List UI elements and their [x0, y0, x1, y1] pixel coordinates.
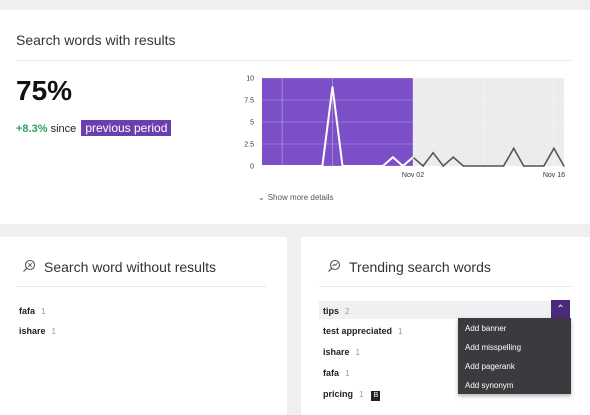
word-count: 1: [359, 390, 364, 399]
word-label: pricing: [323, 389, 354, 399]
chevron-down-icon: ⌄: [258, 193, 265, 202]
divider: [16, 286, 266, 287]
word-actions-menu: Add banner Add misspelling Add pagerank …: [458, 318, 571, 394]
chart-data-point: [442, 165, 444, 167]
selected-row-highlight: [319, 301, 570, 319]
delta-row: +8.3% since previous period: [16, 120, 172, 136]
divider: [16, 60, 571, 61]
chart-data-point: [301, 165, 304, 167]
show-more-label: Show more details: [267, 193, 334, 202]
chart-data-point: [392, 156, 394, 158]
chevron-up-icon[interactable]: ⌃: [551, 300, 570, 319]
chart-data-point: [462, 165, 465, 167]
word-label: test appreciated: [323, 326, 393, 336]
word-count: 2: [345, 307, 350, 316]
chart-data-point: [533, 165, 535, 167]
chart-data-point: [512, 147, 515, 150]
chart-data-point: [502, 165, 505, 167]
pricing-badge: B: [371, 391, 381, 401]
chart-data-point: [371, 165, 374, 167]
list-item[interactable]: fafa 1: [323, 368, 349, 378]
menu-item-add-synonym[interactable]: Add synonym: [465, 381, 513, 390]
chart-data-point: [482, 165, 485, 167]
chart-data-point: [271, 165, 273, 167]
list-item[interactable]: ishare 1: [323, 347, 360, 357]
chart-data-point: [311, 165, 314, 167]
divider: [319, 286, 571, 287]
menu-item-add-banner[interactable]: Add banner: [465, 324, 506, 333]
chart-data-point: [361, 165, 364, 167]
show-more-details-link[interactable]: ⌄ Show more details: [258, 193, 334, 202]
list-item[interactable]: tips 2: [323, 306, 349, 316]
chart-data-point: [563, 165, 565, 167]
card-title-trending: Trending search words: [349, 259, 491, 275]
search-trend-icon: [328, 259, 341, 272]
y-tick-label: 0: [250, 164, 254, 171]
chart-data-point: [341, 165, 344, 167]
chart-data-point: [452, 156, 455, 158]
word-label: fafa: [19, 306, 36, 316]
delta-since: since: [50, 123, 77, 135]
card-title-without-results: Search word without results: [44, 259, 216, 275]
menu-item-add-pagerank[interactable]: Add pagerank: [465, 362, 515, 371]
word-count: 1: [355, 348, 360, 357]
chart-data-point: [281, 165, 283, 167]
list-item[interactable]: test appreciated 1: [323, 326, 402, 336]
chart-data-point: [472, 165, 475, 167]
chart-data-point: [432, 152, 434, 154]
word-count: 1: [398, 327, 403, 336]
chart-data-point: [351, 165, 354, 167]
chart-data-point: [261, 165, 263, 167]
y-tick-label: 10: [246, 76, 254, 83]
x-tick-label: Nov 02: [402, 172, 424, 179]
menu-item-add-misspelling[interactable]: Add misspelling: [465, 343, 521, 352]
y-tick-label: 5: [250, 120, 254, 127]
word-label: tips: [323, 306, 340, 316]
word-label: ishare: [323, 347, 350, 357]
results-chart: 10 7.5 5 2.5 0 Nov 02 Nov 16: [244, 76, 565, 180]
list-item[interactable]: ishare 1: [19, 326, 56, 336]
chart-data-point: [291, 165, 293, 167]
list-item[interactable]: fafa 1: [19, 306, 45, 316]
list-item[interactable]: pricing 1 B: [323, 389, 381, 401]
chart-data-point: [382, 165, 384, 167]
delta-value: +8.3%: [16, 123, 48, 135]
chart-data-point: [321, 165, 324, 167]
y-tick-label: 2.5: [244, 142, 254, 149]
chart-data-point: [402, 165, 404, 167]
chart-data-point: [543, 165, 545, 167]
word-label: ishare: [19, 326, 46, 336]
chart-data-point: [331, 86, 334, 88]
word-count: 1: [345, 369, 350, 378]
y-tick-label: 7.5: [244, 98, 254, 105]
word-count: 1: [41, 307, 46, 316]
x-tick-label: Nov 16: [543, 172, 565, 179]
chart-data-point: [522, 165, 525, 167]
word-label: fafa: [323, 368, 340, 378]
chart-data-point: [492, 165, 495, 167]
chart-data-point: [422, 165, 424, 167]
chart-data-point: [412, 156, 414, 158]
chart-data-point: [553, 147, 555, 150]
results-percentage: 75%: [16, 75, 73, 106]
search-cancel-icon: [23, 259, 36, 272]
previous-period-link[interactable]: previous period: [81, 120, 172, 136]
word-count: 1: [51, 327, 56, 336]
card-title-with-results: Search words with results: [16, 32, 176, 48]
